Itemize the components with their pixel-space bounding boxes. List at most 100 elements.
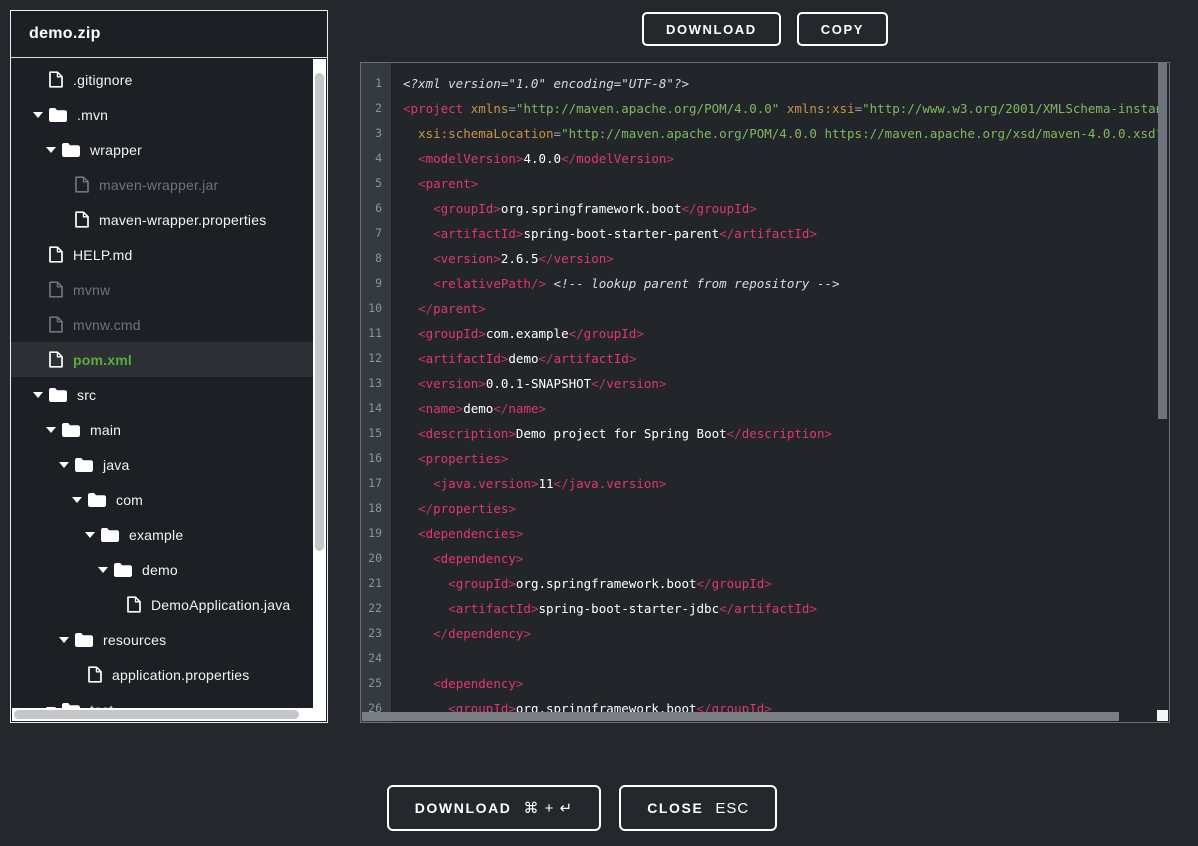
folder-icon (49, 388, 67, 402)
line-number: 22 (361, 596, 392, 621)
tree-item-label: resources (103, 632, 166, 648)
code-line: 10 </parent> (361, 296, 1158, 321)
close-button-label: CLOSE (647, 800, 703, 816)
line-number: 25 (361, 671, 392, 696)
code-line-text: </dependency> (392, 621, 531, 646)
tree-item-label: mvnw (73, 282, 110, 298)
code-line: 23 </dependency> (361, 621, 1158, 646)
tree-vertical-scrollbar[interactable] (313, 59, 326, 708)
caret-down-icon (72, 496, 82, 504)
code-line: 18 </properties> (361, 496, 1158, 521)
tree-horizontal-scrollbar-thumb[interactable] (14, 710, 299, 719)
download-button-top[interactable]: DOWNLOAD (642, 12, 781, 46)
code-content: 1<?xml version="1.0" encoding="UTF-8"?>2… (361, 63, 1158, 712)
code-line: 21 <groupId>org.springframework.boot</gr… (361, 571, 1158, 596)
tree-item-application.properties[interactable]: application.properties (11, 657, 313, 692)
line-number: 26 (361, 696, 392, 712)
dialog-footer: DOWNLOAD ⌘ + ↵ CLOSE ESC (0, 785, 1181, 831)
code-line: 15 <description>Demo project for Spring … (361, 421, 1158, 446)
folder-icon (75, 633, 93, 647)
tree-item-label: src (77, 387, 96, 403)
code-viewer: 1<?xml version="1.0" encoding="UTF-8"?>2… (360, 62, 1170, 723)
caret-down-icon (33, 111, 43, 119)
close-button[interactable]: CLOSE ESC (619, 785, 777, 831)
tree-item-maven-wrapper.jar[interactable]: maven-wrapper.jar (11, 167, 313, 202)
folder-icon (114, 563, 132, 577)
code-line-text: <groupId>org.springframework.boot</group… (392, 196, 757, 221)
code-line-text: </parent> (392, 296, 486, 321)
line-number: 5 (361, 171, 392, 196)
line-number: 7 (361, 221, 392, 246)
code-line: 7 <artifactId>spring-boot-starter-parent… (361, 221, 1158, 246)
tree-item-mvnw.cmd[interactable]: mvnw.cmd (11, 307, 313, 342)
tree-item-src[interactable]: src (11, 377, 313, 412)
caret-down-icon (98, 566, 108, 574)
line-number: 2 (361, 96, 392, 121)
tree-item-main[interactable]: main (11, 412, 313, 447)
tree-item-java[interactable]: java (11, 447, 313, 482)
archive-title: demo.zip (11, 11, 327, 58)
tree-horizontal-scrollbar[interactable] (12, 708, 326, 721)
tree-item-test[interactable]: test (11, 692, 313, 708)
folder-icon (75, 458, 93, 472)
tree-item-pom.xml[interactable]: pom.xml (11, 342, 313, 377)
line-number: 21 (361, 571, 392, 596)
tree-item-demo[interactable]: demo (11, 552, 313, 587)
line-number: 14 (361, 396, 392, 421)
tree-item-label: maven-wrapper.properties (99, 212, 266, 228)
code-line-text: <version>2.6.5</version> (392, 246, 614, 271)
tree-vertical-scrollbar-thumb[interactable] (315, 73, 324, 551)
code-line-text: <version>0.0.1-SNAPSHOT</version> (392, 371, 666, 396)
code-line: 12 <artifactId>demo</artifactId> (361, 346, 1158, 371)
tree-item-resources[interactable]: resources (11, 622, 313, 657)
code-line-text: </properties> (392, 496, 516, 521)
code-line-text: <project xmlns="http://maven.apache.org/… (392, 96, 1158, 121)
tree-item-label: application.properties (112, 667, 249, 683)
download-button[interactable]: DOWNLOAD ⌘ + ↵ (387, 785, 601, 831)
tree-item-example[interactable]: example (11, 517, 313, 552)
code-line: 3 xsi:schemaLocation="http://maven.apach… (361, 121, 1158, 146)
caret-down-icon (85, 531, 95, 539)
tree-item-DemoApplication.java[interactable]: DemoApplication.java (11, 587, 313, 622)
tree-item-.mvn[interactable]: .mvn (11, 97, 313, 132)
folder-icon (88, 493, 106, 507)
code-line-text: <dependency> (392, 546, 523, 571)
file-icon (75, 176, 89, 193)
line-number: 12 (361, 346, 392, 371)
file-tree-panel: demo.zip .gitignore.mvnwrapper maven-wrap… (10, 10, 328, 723)
code-vertical-scrollbar[interactable] (1158, 63, 1167, 419)
tree-item-mvnw[interactable]: mvnw (11, 272, 313, 307)
file-icon (49, 351, 63, 368)
download-shortcut-hint: ⌘ + ↵ (524, 799, 574, 817)
tree-item-com[interactable]: com (11, 482, 313, 517)
code-line: 19 <dependencies> (361, 521, 1158, 546)
tree-item-wrapper[interactable]: wrapper (11, 132, 313, 167)
tree-item-label: java (103, 457, 129, 473)
file-icon (49, 71, 63, 88)
code-line-text: <modelVersion>4.0.0</modelVersion> (392, 146, 674, 171)
tree-item-.gitignore[interactable]: .gitignore (11, 62, 313, 97)
file-icon (127, 596, 141, 613)
code-horizontal-scrollbar[interactable] (362, 712, 1119, 721)
tree-item-label: DemoApplication.java (151, 597, 290, 613)
code-line-text: xsi:schemaLocation="http://maven.apache.… (392, 121, 1158, 146)
line-number: 16 (361, 446, 392, 471)
caret-down-icon (46, 426, 56, 434)
code-line-text: <?xml version="1.0" encoding="UTF-8"?> (392, 71, 689, 96)
code-line-text: <dependencies> (392, 521, 523, 546)
code-line-text: <name>demo</name> (392, 396, 546, 421)
code-line: 5 <parent> (361, 171, 1158, 196)
line-number: 20 (361, 546, 392, 571)
explore-dialog: demo.zip .gitignore.mvnwrapper maven-wrap… (0, 0, 1198, 846)
tree-item-label: maven-wrapper.jar (99, 177, 218, 193)
file-icon (49, 281, 63, 298)
line-number: 18 (361, 496, 392, 521)
code-line: 20 <dependency> (361, 546, 1158, 571)
tree-item-label: HELP.md (73, 247, 133, 263)
copy-button[interactable]: COPY (797, 12, 888, 46)
code-line: 8 <version>2.6.5</version> (361, 246, 1158, 271)
tree-item-HELP.md[interactable]: HELP.md (11, 237, 313, 272)
code-line: 25 <dependency> (361, 671, 1158, 696)
code-line: 11 <groupId>com.example</groupId> (361, 321, 1158, 346)
tree-item-maven-wrapper.properties[interactable]: maven-wrapper.properties (11, 202, 313, 237)
